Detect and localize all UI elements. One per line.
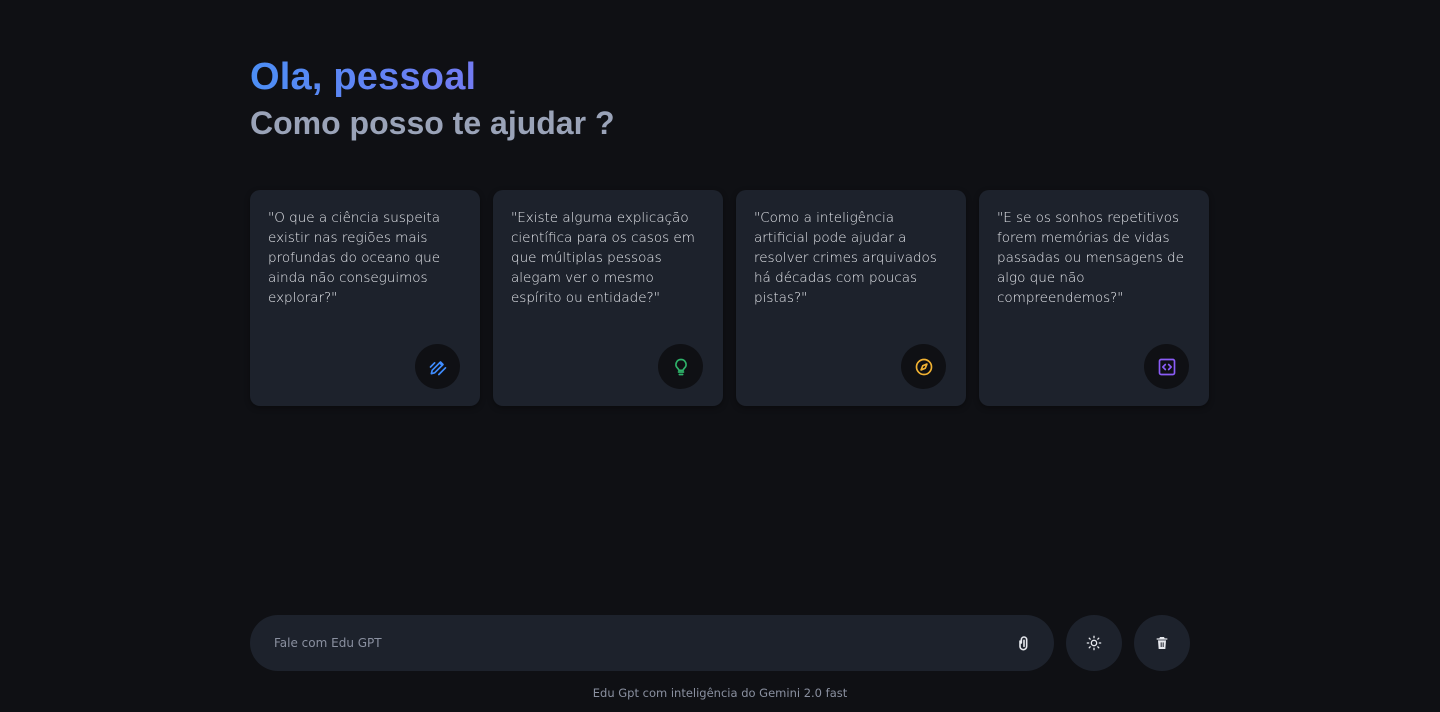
theme-toggle-button[interactable] bbox=[1066, 615, 1122, 671]
paperclip-icon bbox=[1019, 636, 1028, 651]
app-page: Ola, pessoal Como posso te ajudar ? "O q… bbox=[0, 0, 1440, 712]
help-subtitle: Como posso te ajudar ? bbox=[250, 105, 615, 141]
suggestion-text: "Existe alguma explicação científica par… bbox=[511, 210, 695, 306]
delete-chat-button[interactable] bbox=[1134, 615, 1190, 671]
suggestion-card-ocean[interactable]: "O que a ciência suspeita existir nas re… bbox=[250, 190, 480, 406]
edit-pencil-icon bbox=[415, 344, 460, 389]
message-input[interactable] bbox=[250, 614, 1004, 672]
suggestion-card-dreams[interactable]: "E se os sonhos repetitivos forem memóri… bbox=[979, 190, 1209, 406]
message-box bbox=[250, 614, 1054, 672]
attach-button[interactable] bbox=[1004, 623, 1044, 663]
compass-icon bbox=[901, 344, 946, 389]
sun-icon bbox=[1086, 635, 1102, 651]
greeting-title: Ola, pessoal bbox=[250, 55, 614, 99]
suggestion-card-spirit[interactable]: "Existe alguma explicação científica par… bbox=[493, 190, 723, 406]
suggestion-card-ai-crimes[interactable]: "Como a inteligência artificial pode aju… bbox=[736, 190, 966, 406]
footer-note: Edu Gpt com inteligência do Gemini 2.0 f… bbox=[592, 686, 848, 700]
suggestion-text: "E se os sonhos repetitivos forem memóri… bbox=[997, 210, 1184, 306]
composer bbox=[250, 614, 1190, 672]
suggestion-cards: "O que a ciência suspeita existir nas re… bbox=[250, 190, 1210, 406]
suggestion-text: "O que a ciência suspeita existir nas re… bbox=[268, 210, 441, 306]
trash-icon bbox=[1156, 637, 1168, 649]
suggestion-text: "Como a inteligência artificial pode aju… bbox=[754, 210, 937, 306]
lightbulb-icon bbox=[658, 344, 703, 389]
code-icon bbox=[1144, 344, 1189, 389]
header: Ola, pessoal Como posso te ajudar ? bbox=[250, 55, 614, 143]
